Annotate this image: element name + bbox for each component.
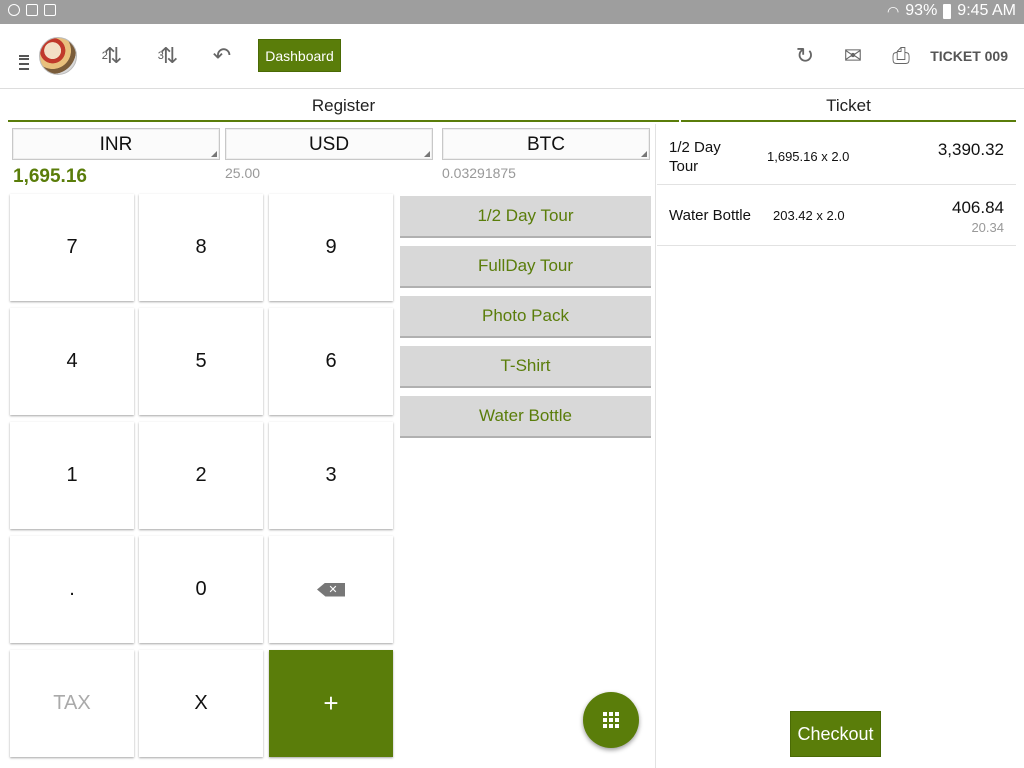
ticket-number: TICKET 009 — [930, 48, 1008, 64]
item-total: 3,390.32 — [937, 140, 1004, 159]
backspace-key[interactable]: ✕ — [269, 536, 393, 643]
add-key[interactable]: + — [269, 650, 393, 757]
product-button[interactable]: 1/2 Day Tour — [400, 196, 651, 238]
checkout-button[interactable]: Checkout — [790, 711, 881, 757]
key-6[interactable]: 6 — [269, 308, 393, 415]
avatar[interactable] — [38, 24, 78, 88]
amount-btc: 0.03291875 — [442, 165, 516, 181]
panel-divider — [655, 124, 656, 768]
multiply-key[interactable]: X — [139, 650, 263, 757]
app-toolbar: 2 ⇅ 3 ⇅ ↶ Dashboard ↻ ✉ ⎙ TICKET 009 — [0, 24, 1024, 89]
item-name: Water Bottle — [669, 207, 751, 224]
product-grid-fab[interactable] — [583, 692, 639, 748]
sort-ascending-button[interactable]: 2 ⇅ — [94, 24, 130, 88]
clock: 9:45 AM — [957, 2, 1016, 19]
status-bar: ◠ 93% 9:45 AM — [0, 0, 1024, 24]
mail-icon[interactable]: ✉ — [837, 24, 869, 88]
key-3[interactable]: 3 — [269, 422, 393, 529]
product-button[interactable]: FullDay Tour — [400, 246, 651, 288]
product-button[interactable]: Water Bottle — [400, 396, 651, 438]
item-total: 406.84 — [952, 198, 1004, 217]
sort-descending-button[interactable]: 3 ⇅ — [150, 24, 186, 88]
key-9[interactable]: 9 — [269, 194, 393, 301]
refresh-icon[interactable]: ↻ — [789, 24, 821, 88]
do-not-disturb-icon — [8, 4, 20, 16]
dashboard-button[interactable]: Dashboard — [258, 39, 341, 72]
gallery-icon — [44, 4, 56, 16]
tax-key[interactable]: TAX — [10, 650, 134, 757]
key-decimal[interactable]: . — [10, 536, 134, 643]
wifi-icon: ◠ — [887, 2, 900, 19]
battery-icon — [943, 3, 952, 19]
item-name: 1/2 Day Tour — [669, 139, 721, 175]
amount-usd: 25.00 — [225, 165, 261, 181]
item-tax: 20.34 — [971, 220, 1004, 235]
ticket-title: Ticket — [681, 96, 1016, 122]
product-button[interactable]: Photo Pack — [400, 296, 651, 338]
register-title: Register — [8, 96, 679, 122]
currency-selector-btc[interactable]: BTC — [442, 128, 650, 160]
sort-icon: ⇅ — [103, 43, 123, 68]
key-1[interactable]: 1 — [10, 422, 134, 529]
key-0[interactable]: 0 — [139, 536, 263, 643]
product-button[interactable]: T-Shirt — [400, 346, 651, 388]
ticket-line-item[interactable]: Water Bottle 203.42 x 2.0 406.84 20.34 — [657, 185, 1016, 246]
menu-icon[interactable] — [14, 24, 34, 88]
amount-inr: 1,695.16 — [13, 166, 87, 187]
item-quantity: 203.42 x 2.0 — [773, 208, 845, 223]
backspace-icon: ✕ — [317, 582, 345, 597]
grid-icon — [603, 712, 619, 728]
currency-selector-usd[interactable]: USD — [225, 128, 433, 160]
key-5[interactable]: 5 — [139, 308, 263, 415]
image-icon — [26, 4, 38, 16]
undo-icon[interactable]: ↶ — [206, 24, 238, 88]
key-8[interactable]: 8 — [139, 194, 263, 301]
notification-icons — [8, 4, 56, 16]
battery-percent: 93% — [905, 2, 938, 19]
key-2[interactable]: 2 — [139, 422, 263, 529]
key-7[interactable]: 7 — [10, 194, 134, 301]
ticket-line-item[interactable]: 1/2 Day Tour 1,695.16 x 2.0 3,390.32 — [657, 124, 1016, 185]
item-quantity: 1,695.16 x 2.0 — [767, 149, 850, 164]
key-4[interactable]: 4 — [10, 308, 134, 415]
currency-selector-inr[interactable]: INR — [12, 128, 220, 160]
sort-icon: ⇅ — [159, 43, 179, 68]
print-icon[interactable]: ⎙ — [885, 24, 917, 88]
